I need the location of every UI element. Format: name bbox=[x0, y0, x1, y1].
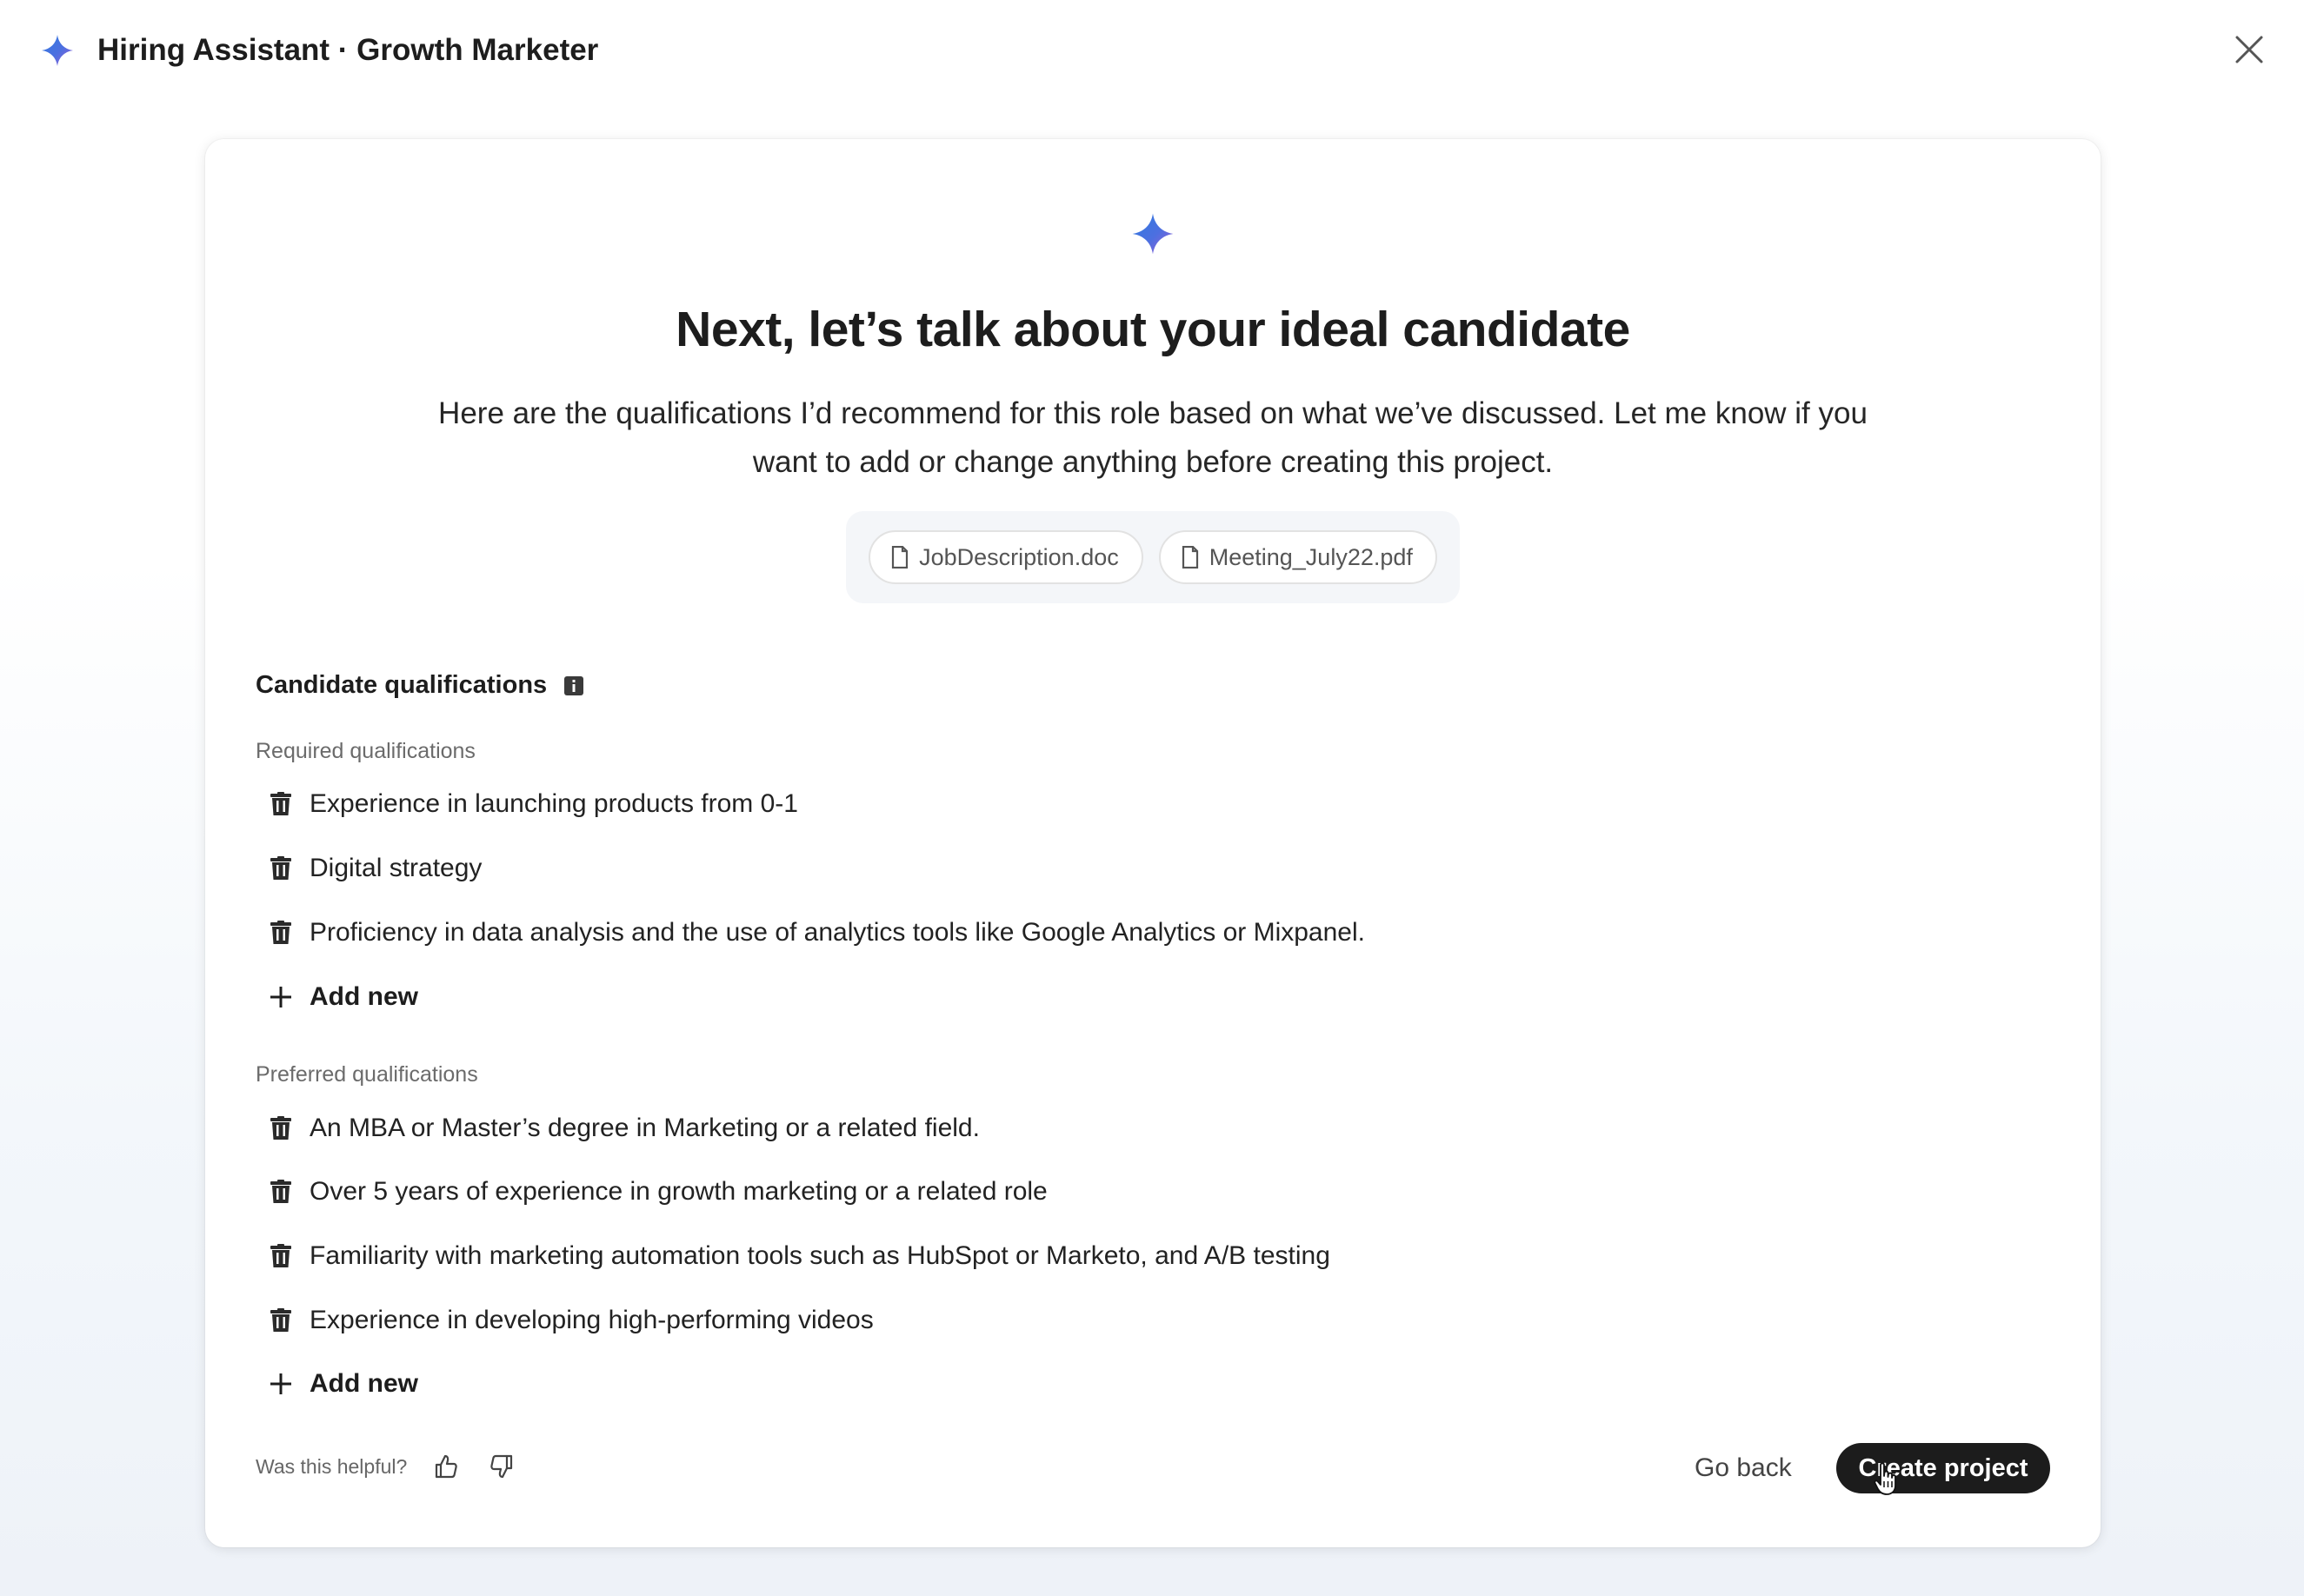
preferred-label: Preferred qualifications bbox=[256, 1062, 478, 1087]
sparkle-icon bbox=[42, 34, 73, 66]
preferred-item: Over 5 years of experience in growth mar… bbox=[270, 1170, 1048, 1214]
section-heading: Candidate qualifications bbox=[256, 671, 584, 700]
qualifications-card: Next, let’s talk about your ideal candid… bbox=[205, 139, 2101, 1547]
add-preferred-button[interactable]: Add new bbox=[270, 1362, 418, 1406]
close-button[interactable] bbox=[2229, 30, 2269, 70]
qualification-text: Familiarity with marketing automation to… bbox=[310, 1241, 1330, 1270]
required-item: Experience in launching products from 0-… bbox=[270, 782, 798, 826]
attachment-chip[interactable]: Meeting_July22.pdf bbox=[1158, 530, 1437, 584]
preferred-item: Experience in developing high-performing… bbox=[270, 1299, 874, 1342]
trash-icon[interactable] bbox=[270, 1180, 292, 1204]
qualification-text: Proficiency in data analysis and the use… bbox=[310, 918, 1365, 947]
add-new-label: Add new bbox=[310, 1369, 418, 1398]
document-icon bbox=[1182, 546, 1199, 569]
qualification-text: An MBA or Master’s degree in Marketing o… bbox=[310, 1114, 980, 1142]
page-title: Next, let’s talk about your ideal candid… bbox=[676, 302, 1630, 357]
trash-icon[interactable] bbox=[270, 921, 292, 945]
go-back-button[interactable]: Go back bbox=[1695, 1443, 1792, 1493]
plus-icon bbox=[270, 1373, 292, 1395]
qualification-text: Over 5 years of experience in growth mar… bbox=[310, 1177, 1048, 1206]
feedback-row: Was this helpful? bbox=[256, 1453, 515, 1480]
required-item: Digital strategy bbox=[270, 847, 482, 890]
window-title: Hiring Assistant · Growth Marketer bbox=[97, 32, 599, 67]
plus-icon bbox=[270, 986, 292, 1008]
attachment-chip[interactable]: JobDescription.doc bbox=[869, 530, 1143, 584]
required-item: Proficiency in data analysis and the use… bbox=[270, 911, 1365, 954]
intro-text: Here are the qualifications I’d recommen… bbox=[438, 396, 1868, 479]
attachment-name: JobDescription.doc bbox=[919, 543, 1119, 570]
info-icon[interactable] bbox=[564, 675, 584, 695]
add-new-label: Add new bbox=[310, 982, 418, 1011]
preferred-item: An MBA or Master’s degree in Marketing o… bbox=[270, 1107, 980, 1150]
trash-icon[interactable] bbox=[270, 1244, 292, 1268]
attachments-panel: JobDescription.doc Meeting_July22.pdf bbox=[846, 511, 1460, 603]
preferred-item: Familiarity with marketing automation to… bbox=[270, 1234, 1330, 1278]
create-project-button[interactable]: Create project bbox=[1836, 1443, 2050, 1493]
close-icon bbox=[2235, 36, 2263, 63]
qualification-text: Experience in developing high-performing… bbox=[310, 1306, 874, 1334]
trash-icon[interactable] bbox=[270, 856, 292, 881]
qualification-text: Experience in launching products from 0-… bbox=[310, 789, 798, 818]
trash-icon[interactable] bbox=[270, 1116, 292, 1140]
add-required-button[interactable]: Add new bbox=[270, 975, 418, 1019]
qualification-text: Digital strategy bbox=[310, 854, 483, 882]
create-project-label: Create project bbox=[1858, 1453, 2028, 1482]
thumbs-up-icon[interactable] bbox=[433, 1453, 459, 1480]
trash-icon[interactable] bbox=[270, 1308, 292, 1333]
required-label: Required qualifications bbox=[256, 739, 476, 763]
trash-icon[interactable] bbox=[270, 792, 292, 816]
section-title: Candidate qualifications bbox=[256, 671, 548, 699]
attachment-name: Meeting_July22.pdf bbox=[1209, 543, 1413, 570]
sparkle-icon bbox=[1132, 213, 1174, 255]
top-bar: Hiring Assistant · Growth Marketer bbox=[0, 0, 2304, 100]
document-icon bbox=[891, 546, 909, 569]
feedback-label: Was this helpful? bbox=[256, 1454, 408, 1478]
thumbs-down-icon[interactable] bbox=[489, 1453, 515, 1480]
